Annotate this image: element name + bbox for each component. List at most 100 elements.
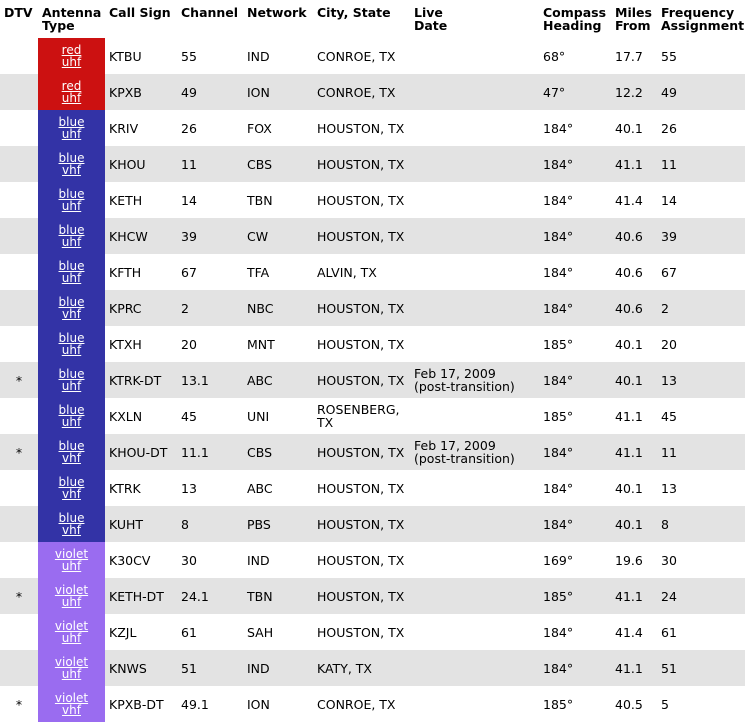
channel-cell: 26 — [177, 110, 243, 146]
antenna-band-link[interactable]: uhf — [38, 344, 105, 357]
city-state: HOUSTON, TX — [317, 192, 405, 208]
frequency-assignment-cell: 2 — [657, 290, 745, 326]
city-state: KATY, TX — [317, 660, 372, 676]
table-row: blue uhf KFTH 67 TFA ALVIN, TX 184° 40.6 67 — [0, 254, 745, 290]
live-date-cell: Feb 17, 2009 (post-transition) — [410, 362, 539, 398]
compass-heading: 47° — [543, 84, 566, 100]
antenna-type-cell: violet vhf — [38, 686, 105, 722]
live-date-cell — [410, 326, 539, 362]
header-channel: Channel — [177, 0, 243, 38]
frequency-assignment-cell: 30 — [657, 542, 745, 578]
compass-heading-cell: 184° — [539, 506, 611, 542]
live-date-cell — [410, 650, 539, 686]
city-state-cell: ROSENBERG, TX — [313, 398, 410, 434]
compass-heading: 184° — [543, 516, 574, 532]
live-date-cell — [410, 398, 539, 434]
antenna-band-link[interactable]: vhf — [38, 308, 105, 321]
table-row: blue uhf KTXH 20 MNT HOUSTON, TX 185° 40.1 20 — [0, 326, 745, 362]
miles-from: 40.1 — [615, 120, 643, 136]
dtv-cell: * — [0, 578, 38, 614]
channel-cell: 67 — [177, 254, 243, 290]
frequency-assignment: 24 — [661, 588, 677, 604]
network-cell: TBN — [243, 578, 313, 614]
miles-from-cell: 40.6 — [611, 290, 657, 326]
header-frequency-line2: Assignment — [661, 18, 745, 33]
header-channel-label: Channel — [181, 5, 239, 20]
antenna-type-cell: red uhf — [38, 38, 105, 74]
antenna-band-link[interactable]: uhf — [38, 128, 105, 141]
antenna-band-link[interactable]: uhf — [38, 560, 105, 573]
network-cell: ABC — [243, 470, 313, 506]
network: SAH — [247, 624, 274, 640]
antenna-band-link[interactable]: uhf — [38, 56, 105, 69]
antenna-band-link[interactable]: vhf — [38, 164, 105, 177]
miles-from: 17.7 — [615, 48, 643, 64]
header-live-line2: Date — [414, 18, 448, 33]
compass-heading: 184° — [543, 372, 574, 388]
live-date-cell — [410, 578, 539, 614]
antenna-band-link[interactable]: vhf — [38, 488, 105, 501]
network: TBN — [247, 192, 273, 208]
network: NBC — [247, 300, 274, 316]
antenna-band-link[interactable]: uhf — [38, 380, 105, 393]
antenna-band-link[interactable]: vhf — [38, 704, 105, 717]
city-state-cell: HOUSTON, TX — [313, 542, 410, 578]
antenna-band-link[interactable]: uhf — [38, 416, 105, 429]
antenna-band-link[interactable]: vhf — [38, 524, 105, 537]
header-call-sign-label: Call Sign — [109, 5, 171, 20]
dtv-cell — [0, 398, 38, 434]
compass-heading-cell: 184° — [539, 650, 611, 686]
live-date-cell — [410, 686, 539, 722]
dtv-cell — [0, 650, 38, 686]
channel-cell: 8 — [177, 506, 243, 542]
dtv-cell — [0, 74, 38, 110]
city-state-cell: KATY, TX — [313, 650, 410, 686]
station-rows: red uhf KTBU 55 IND CONROE, TX 68° 17.7 55 red uhf… — [0, 38, 745, 722]
miles-from-cell: 41.4 — [611, 182, 657, 218]
frequency-assignment: 11 — [661, 444, 677, 460]
antenna-band-link[interactable]: uhf — [38, 272, 105, 285]
city-state-cell: HOUSTON, TX — [313, 578, 410, 614]
live-date-cell — [410, 146, 539, 182]
antenna-band-link[interactable]: uhf — [38, 92, 105, 105]
table-row: red uhf KPXB 49 ION CONROE, TX 47° 12.2 49 — [0, 74, 745, 110]
antenna-band-link[interactable]: vhf — [38, 452, 105, 465]
call-sign-cell: KTRK-DT — [105, 362, 177, 398]
channel-cell: 13.1 — [177, 362, 243, 398]
frequency-assignment-cell: 55 — [657, 38, 745, 74]
live-date-cell — [410, 218, 539, 254]
antenna-band-link[interactable]: uhf — [38, 200, 105, 213]
antenna-type-cell: blue uhf — [38, 254, 105, 290]
compass-heading: 169° — [543, 552, 574, 568]
city-state-cell: HOUSTON, TX — [313, 506, 410, 542]
compass-heading: 184° — [543, 624, 574, 640]
city-state: HOUSTON, TX — [317, 300, 405, 316]
compass-heading: 185° — [543, 336, 574, 352]
live-date-cell — [410, 290, 539, 326]
frequency-assignment: 67 — [661, 264, 677, 280]
city-state-cell: HOUSTON, TX — [313, 182, 410, 218]
frequency-assignment-cell: 5 — [657, 686, 745, 722]
channel-cell: 30 — [177, 542, 243, 578]
compass-heading: 184° — [543, 120, 574, 136]
city-state: HOUSTON, TX — [317, 228, 405, 244]
compass-heading: 68° — [543, 48, 566, 64]
compass-heading: 185° — [543, 588, 574, 604]
antenna-band-link[interactable]: uhf — [38, 668, 105, 681]
antenna-type-cell: blue vhf — [38, 290, 105, 326]
table-row: red uhf KTBU 55 IND CONROE, TX 68° 17.7 55 — [0, 38, 745, 74]
network: IND — [247, 48, 270, 64]
compass-heading-cell: 185° — [539, 398, 611, 434]
miles-from: 40.1 — [615, 372, 643, 388]
antenna-type-cell: blue vhf — [38, 506, 105, 542]
call-sign: KZJL — [109, 624, 137, 640]
antenna-band-link[interactable]: uhf — [38, 596, 105, 609]
frequency-assignment-cell: 61 — [657, 614, 745, 650]
antenna-type-cell: blue vhf — [38, 146, 105, 182]
compass-heading-cell: 47° — [539, 74, 611, 110]
city-state-cell: HOUSTON, TX — [313, 326, 410, 362]
antenna-band-link[interactable]: uhf — [38, 632, 105, 645]
channel: 2 — [181, 300, 189, 316]
antenna-band-link[interactable]: uhf — [38, 236, 105, 249]
live-date-cell — [410, 74, 539, 110]
